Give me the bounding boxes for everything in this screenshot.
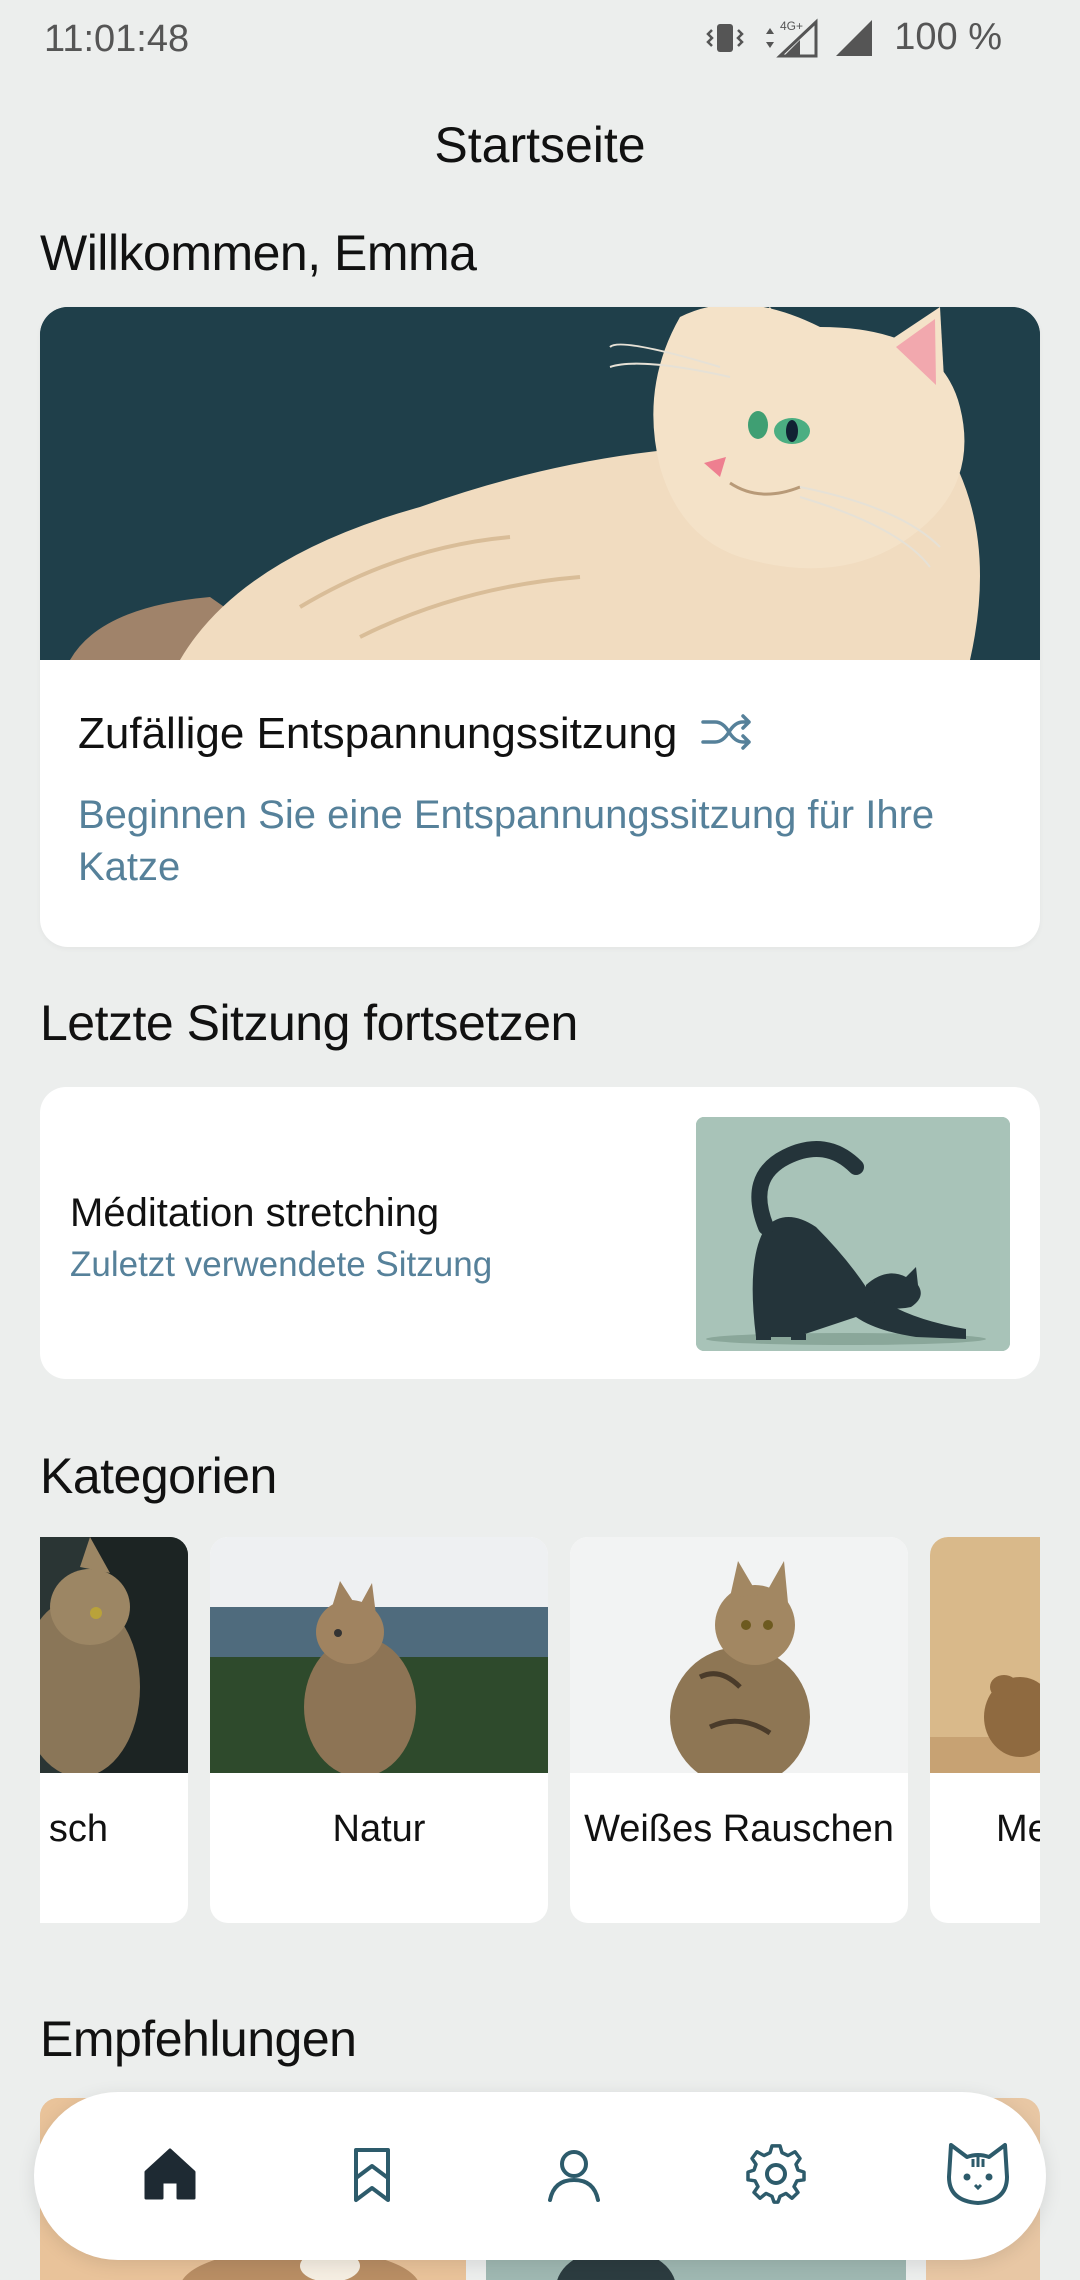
shuffle-icon[interactable]	[701, 712, 753, 757]
battery-level: 100 %	[894, 16, 1002, 58]
status-time: 11:01:48	[44, 18, 190, 60]
hero-title: Zufällige Entspannungssitzung	[78, 709, 678, 758]
category-label: Natur	[332, 1808, 426, 1850]
svg-text:4G+: 4G+	[780, 19, 803, 33]
page-title: Startseite	[434, 117, 646, 173]
category-label: sch	[48, 1808, 108, 1850]
random-session-card[interactable]: Zufällige Entspannungssitzung Beginnen S…	[40, 307, 1040, 947]
category-image	[570, 1537, 908, 1773]
stretching-cat-thumbnail	[696, 1117, 1010, 1351]
nav-profile[interactable]	[530, 2132, 618, 2220]
session-title: Méditation stretching	[70, 1191, 440, 1235]
hero-title-row: Zufällige Entspannungssitzung	[78, 709, 753, 759]
category-image	[210, 1537, 548, 1773]
nav-home[interactable]	[126, 2132, 214, 2220]
home-icon[interactable]	[140, 2144, 200, 2209]
categories-carousel[interactable]: sch Natur Weißes Rauschen Me	[40, 1537, 1040, 1923]
category-image	[930, 1537, 1040, 1773]
category-card-natur[interactable]: Natur	[210, 1537, 548, 1923]
profile-icon[interactable]	[544, 2144, 604, 2209]
bottom-navigation	[34, 2092, 1046, 2260]
home-screen: 11:01:48 4G+ 100 % Startseite Willkommen…	[0, 0, 1080, 2280]
continue-section-title: Letzte Sitzung fortsetzen	[40, 995, 578, 1051]
welcome-title: Willkommen, Emma	[40, 225, 477, 281]
signal-4g-icon: 4G+	[760, 18, 820, 58]
cat-icon[interactable]	[943, 2139, 1013, 2214]
nav-settings[interactable]	[732, 2132, 820, 2220]
recommendations-title: Empfehlungen	[40, 2011, 357, 2067]
signal-icon	[834, 18, 874, 58]
category-card[interactable]: Me	[930, 1537, 1040, 1923]
hero-description: Beginnen Sie eine Entspannungssitzung fü…	[78, 793, 935, 889]
status-bar: 11:01:48 4G+ 100 %	[0, 0, 1080, 80]
gear-icon[interactable]	[746, 2143, 806, 2209]
continue-session-card[interactable]: Méditation stretching Zuletzt verwendete…	[40, 1087, 1040, 1379]
nav-bookmarks[interactable]	[328, 2132, 416, 2220]
category-image	[40, 1537, 188, 1773]
status-icons: 4G+ 100 %	[704, 16, 1002, 59]
session-subtitle: Zuletzt verwendete Sitzung	[70, 1245, 493, 1284]
vibrate-icon	[704, 20, 746, 56]
category-label: Weißes Rauschen	[584, 1808, 894, 1850]
category-card-white-noise[interactable]: Weißes Rauschen	[570, 1537, 908, 1923]
category-label: Me	[996, 1808, 1040, 1850]
categories-title: Kategorien	[40, 1448, 277, 1504]
bookmark-icon[interactable]	[342, 2144, 402, 2209]
category-card[interactable]: sch	[40, 1537, 188, 1923]
cat-illustration	[40, 307, 1040, 660]
nav-cat[interactable]	[934, 2132, 1022, 2220]
